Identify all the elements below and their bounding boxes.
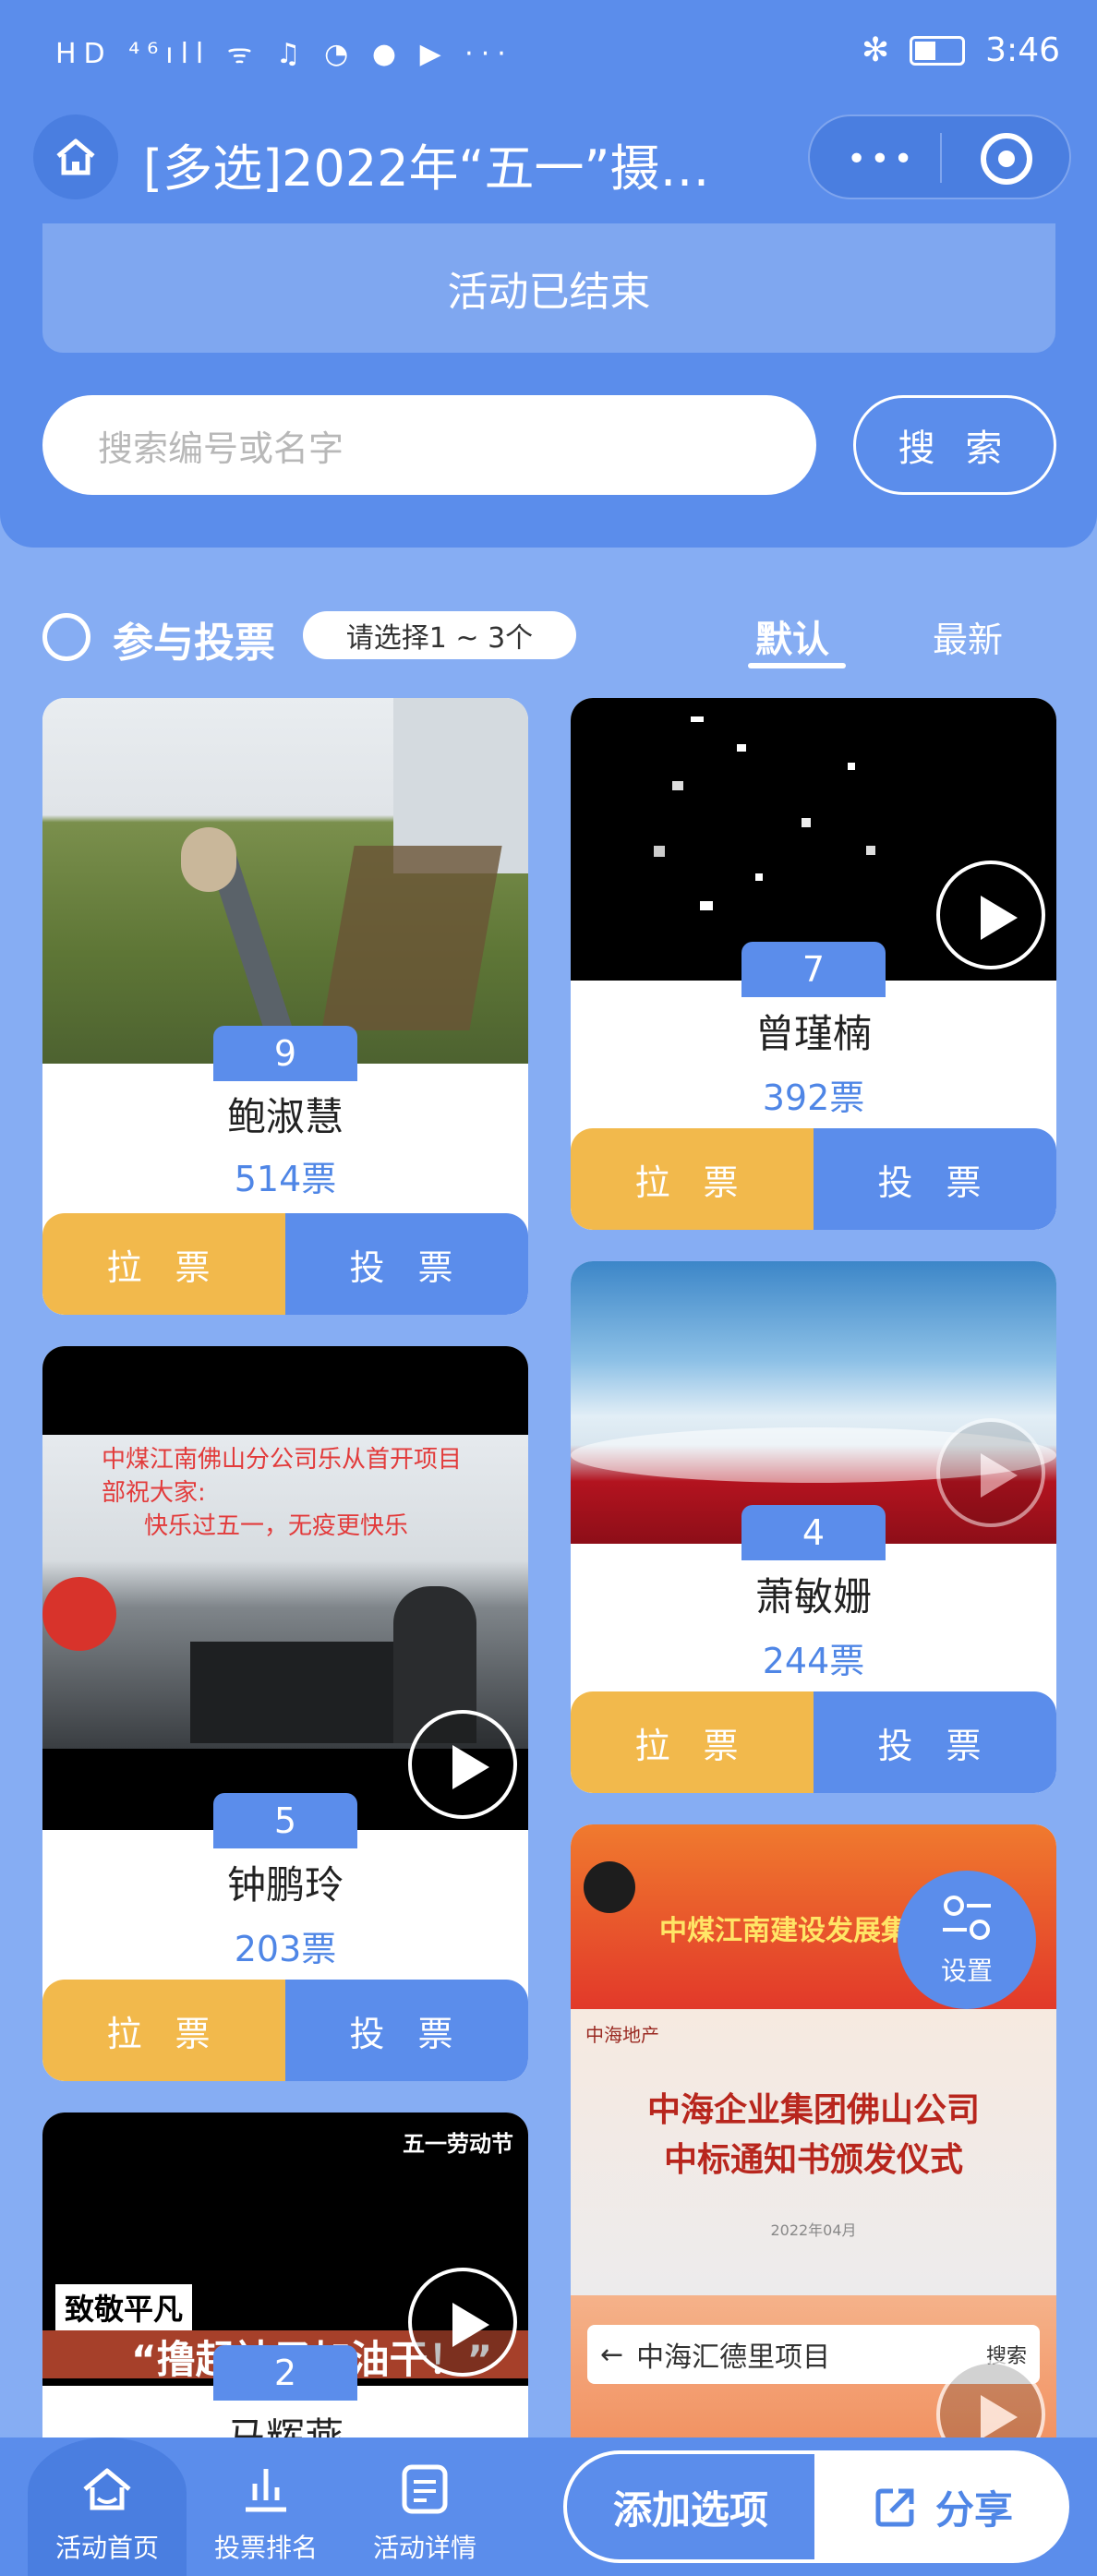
page-title: [多选]2022年“五一”摄…	[143, 139, 710, 198]
entry-number: 9	[213, 1026, 357, 1081]
entry-actions: 拉 票 投 票	[42, 1980, 528, 2081]
share-label: 分享	[934, 2486, 1013, 2533]
video-tag: 五一劳动节	[403, 2131, 513, 2157]
video-caption-line2: 部祝大家:	[102, 1479, 206, 1507]
share-button[interactable]: 分享	[816, 2450, 1069, 2563]
vote-button[interactable]: 投 票	[285, 1980, 528, 2081]
entry-card[interactable]: 中煤江南佛山分公司乐从首开项目 部祝大家: 快乐过五一，无疫更快乐 5 钟鹏玲 …	[42, 1346, 528, 2081]
canvass-button[interactable]: 拉 票	[571, 1128, 814, 1230]
details-icon	[402, 2464, 448, 2514]
tab-activity-details[interactable]: 活动详情	[345, 2438, 504, 2576]
entry-actions: 拉 票 投 票	[42, 1213, 528, 1315]
vote-button[interactable]: 投 票	[814, 1128, 1056, 1230]
sort-active-indicator	[748, 663, 846, 668]
entry-number: 4	[741, 1505, 886, 1560]
poster-date: 2022年04月	[770, 2221, 857, 2239]
entry-actions: 拉 票 投 票	[571, 1128, 1056, 1230]
status-right: ✻ 3:46	[862, 31, 1060, 69]
canvass-button[interactable]: 拉 票	[42, 1213, 285, 1315]
search-input[interactable]: 搜索编号或名字	[42, 395, 816, 495]
entry-card[interactable]: 7 曾瑾楠 392票 拉 票 投 票	[571, 698, 1056, 1230]
more-button[interactable]: •••	[847, 140, 917, 178]
activity-ended-banner: 活动已结束	[42, 223, 1055, 353]
share-icon	[875, 2488, 914, 2527]
tab-vote-ranking[interactable]: 投票排名	[187, 2438, 345, 2576]
poster-line1: 中海企业集团佛山公司	[646, 2091, 980, 2129]
settings-label: 设置	[940, 1956, 993, 1986]
vote-button[interactable]: 投 票	[814, 1691, 1056, 1793]
entry-number: 2	[213, 2345, 357, 2401]
settings-icon	[943, 1896, 991, 1940]
capsule-divider	[940, 133, 942, 183]
play-icon[interactable]	[408, 2268, 517, 2377]
poster-logo: 中海地产	[585, 2024, 659, 2046]
mini-program-capsule: •••	[808, 114, 1071, 199]
entry-card[interactable]: 4 萧敏姗 244票 拉 票 投 票	[571, 1261, 1056, 1793]
entry-name: 萧敏姗	[754, 1574, 872, 1619]
home-tab-icon	[83, 2468, 131, 2510]
sort-latest-tab[interactable]: 最新	[933, 611, 1003, 662]
add-option-button[interactable]: 添加选项	[563, 2450, 818, 2563]
back-icon: ←	[600, 2338, 624, 2371]
status-bar: HD ⁴⁶ıll ᯤ ♫ ◔ ● ▶ ··· ✻ 3:46	[0, 0, 1097, 103]
play-icon[interactable]	[408, 1710, 517, 1819]
entry-name: 鲍淑慧	[226, 1094, 344, 1139]
home-icon	[56, 138, 95, 175]
video-caption: 中煤江南佛山分公司乐从首开项目	[102, 1446, 463, 1474]
vote-section-title: 参与投票	[113, 620, 275, 667]
play-icon[interactable]	[936, 861, 1045, 969]
entry-votes: 244票	[762, 1641, 865, 1681]
sort-default-tab[interactable]: 默认	[755, 609, 829, 663]
entry-card[interactable]: 9 鲍淑慧 514票 拉 票 投 票	[42, 698, 528, 1315]
battery-icon	[910, 35, 966, 66]
entry-votes: 514票	[234, 1159, 337, 1199]
play-icon[interactable]	[936, 1418, 1045, 1527]
canvass-button[interactable]: 拉 票	[571, 1691, 814, 1793]
status-icons: HD ⁴⁶ıll ᯤ ♫ ◔ ● ▶ ···	[55, 38, 513, 70]
entry-name: 钟鹏玲	[226, 1862, 344, 1908]
entry-name: 曾瑾楠	[754, 1011, 872, 1056]
tab-label: 活动详情	[372, 2533, 476, 2563]
entry-number: 5	[213, 1793, 357, 1848]
tab-label: 活动首页	[54, 2533, 159, 2563]
canvass-button[interactable]: 拉 票	[42, 1980, 285, 2081]
selection-hint: 请选择1 ~ 3个	[303, 611, 576, 659]
video-slogan: 致敬平凡	[55, 2284, 193, 2330]
clock: 3:46	[985, 31, 1060, 69]
poster-search-text: 中海汇德里项目	[636, 2341, 831, 2374]
home-button[interactable]	[33, 114, 118, 199]
entry-votes: 392票	[762, 1077, 865, 1118]
vote-button[interactable]: 投 票	[285, 1213, 528, 1315]
select-all-radio[interactable]	[42, 613, 90, 661]
ranking-icon	[246, 2469, 286, 2512]
tab-activity-home[interactable]: 活动首页	[28, 2438, 187, 2576]
entry-actions: 拉 票 投 票	[571, 1691, 1056, 1793]
target-icon	[998, 150, 1015, 167]
search-button[interactable]: 搜 索	[853, 395, 1056, 495]
entry-votes: 203票	[234, 1929, 337, 1969]
entry-photo[interactable]	[42, 698, 528, 1064]
video-caption-line3: 快乐过五一，无疫更快乐	[144, 1512, 409, 1540]
poster-line2: 中标通知书颁发仪式	[663, 2141, 963, 2179]
close-button[interactable]	[981, 133, 1032, 185]
bluetooth-icon: ✻	[861, 31, 890, 69]
entry-card[interactable]: 五一劳动节 致敬平凡 “撸起袖子加油干！” 2 马辉燕	[42, 2113, 528, 2482]
tab-label: 投票排名	[213, 2533, 318, 2563]
settings-button[interactable]: 设置	[898, 1871, 1036, 2009]
entry-number: 7	[741, 942, 886, 997]
